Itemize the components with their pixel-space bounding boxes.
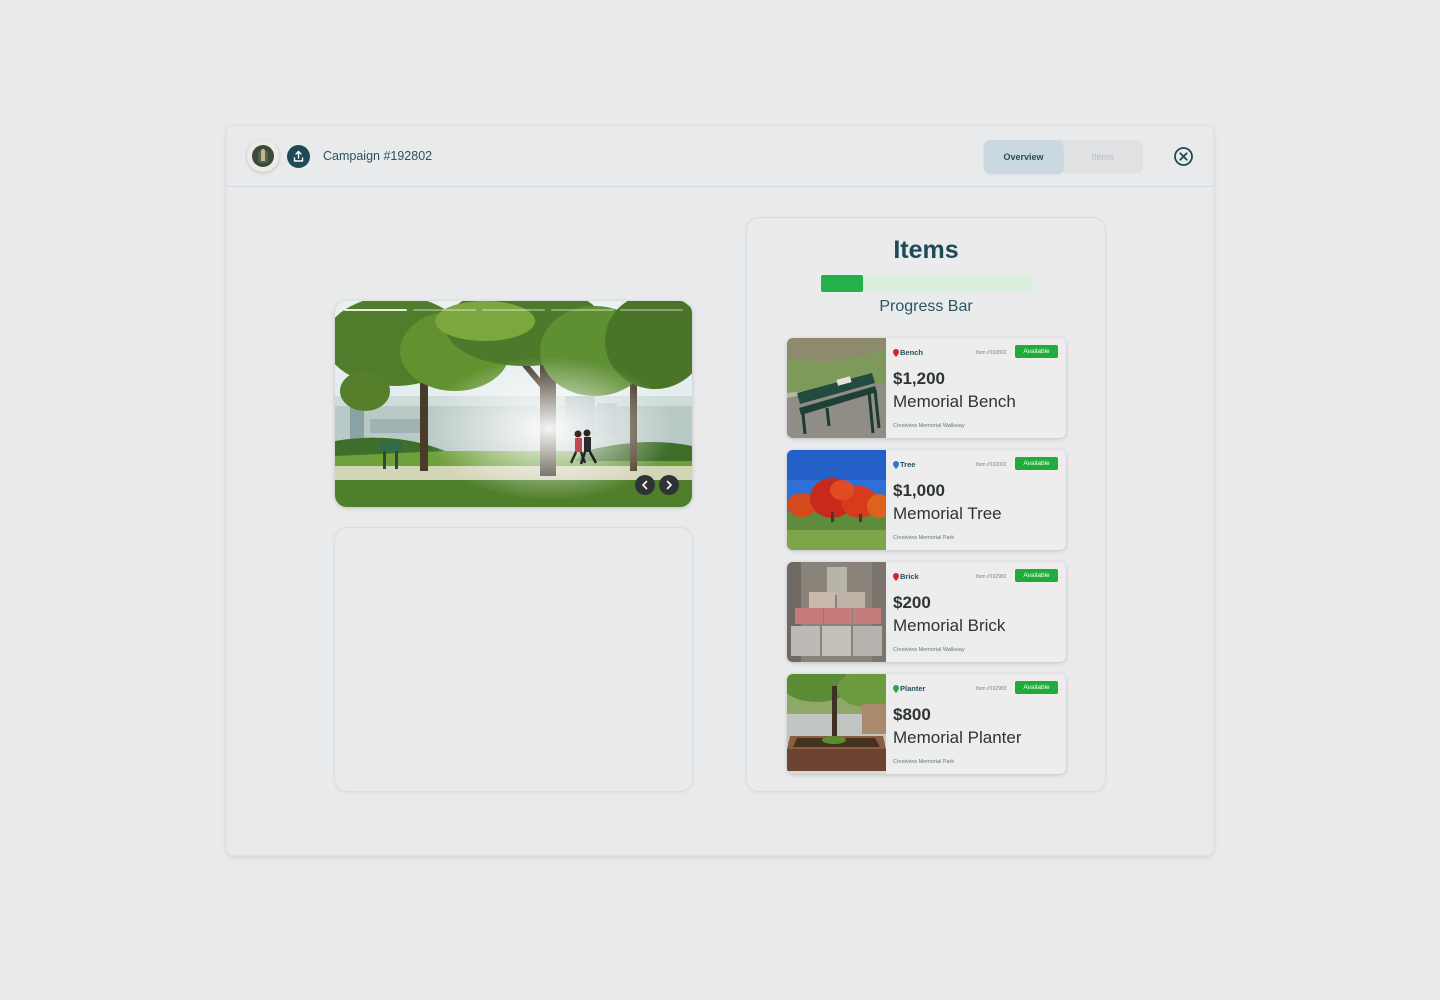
item-price: $800 [893,705,931,724]
item-location: Crestview Memorial Park [893,759,955,765]
planter-photo [787,674,886,774]
campaign-details-card [335,528,692,791]
item-type: Bench [893,348,923,357]
location-pin-icon [893,572,899,581]
item-location: Crestview Memorial Park [893,535,955,541]
bench-photo [787,338,886,438]
upload-icon [293,150,304,162]
brick-photo [787,562,886,662]
item-id: Item #192983 [976,686,1007,692]
slide-indicator[interactable] [482,309,545,311]
item-card-bench[interactable]: Bench Item #192802 Available $1,200 Memo… [787,338,1066,438]
item-type: Planter [893,684,925,693]
item-type-label: Brick [900,572,919,581]
location-pin-icon [893,348,899,357]
chevron-left-icon [642,480,648,490]
slide-indicator[interactable] [551,309,614,311]
campaign-window: Campaign #192802 Overview Items Items Pr… [227,126,1213,855]
item-card-planter[interactable]: Planter Item #192983 Available $800 Memo… [787,674,1066,774]
item-price: $200 [893,593,931,612]
view-tabs: Overview Items [984,140,1143,173]
chevron-right-icon [666,480,672,490]
item-type-label: Planter [900,684,926,693]
slide-indicator[interactable] [344,309,407,311]
items-heading: Items [893,236,959,264]
share-button[interactable] [287,145,310,168]
slide-indicator[interactable] [413,309,476,311]
item-id: Item #192982 [976,574,1007,580]
item-location: Crestview Memorial Walkway [893,647,965,653]
previous-slide-button[interactable] [635,475,655,495]
location-pin-icon [893,684,899,693]
organization-logo[interactable] [247,140,279,172]
items-panel: Items Progress Bar Bench Item #192802 Av… [747,218,1105,791]
item-name: Memorial Brick [893,616,1006,635]
slide-indicator[interactable] [620,309,683,311]
item-name: Memorial Tree [893,504,1002,523]
location-pin-icon [893,460,899,469]
progress-label: Progress Bar [879,298,973,315]
status-badge: Available [1015,345,1058,358]
slide-indicators [344,309,683,312]
item-type-label: Tree [900,460,916,469]
header-bar: Campaign #192802 Overview Items [227,126,1213,187]
tab-overview[interactable]: Overview [984,140,1063,173]
status-badge: Available [1015,681,1058,694]
item-id: Item #192802 [976,350,1007,356]
item-location: Crestview Memorial Walkway [893,423,965,429]
item-price: $1,000 [893,481,945,500]
campaign-title: Campaign #192802 [323,149,433,163]
item-name: Memorial Bench [893,392,1016,411]
close-button[interactable] [1173,146,1194,167]
item-type: Tree [893,460,915,469]
item-card-tree[interactable]: Tree Item #192002 Available $1,000 Memor… [787,450,1066,550]
item-type: Brick [893,572,919,581]
item-id: Item #192002 [976,462,1007,468]
status-badge: Available [1015,569,1058,582]
item-card-brick[interactable]: Brick Item #192982 Available $200 Memori… [787,562,1066,662]
close-icon [1174,147,1193,166]
status-badge: Available [1015,457,1058,470]
progress-bar-fill [821,275,864,292]
item-type-label: Bench [900,348,923,357]
image-gallery[interactable] [335,301,692,507]
tab-items[interactable]: Items [1063,140,1142,173]
item-price: $1,200 [893,369,945,388]
progress-bar [821,275,1032,292]
next-slide-button[interactable] [659,475,679,495]
item-name: Memorial Planter [893,728,1022,747]
tree-photo [787,450,886,550]
